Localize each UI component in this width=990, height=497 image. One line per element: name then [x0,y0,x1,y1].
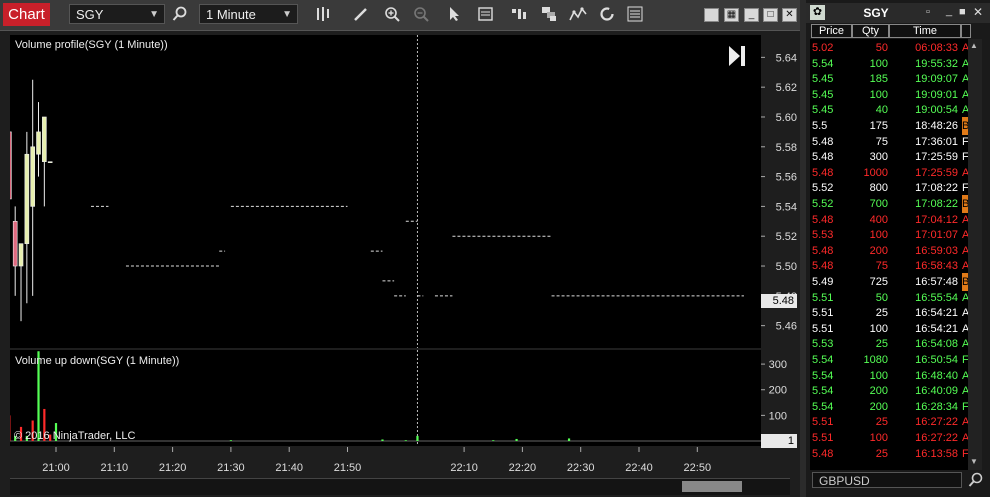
pointer-icon[interactable] [445,6,463,24]
search-icon[interactable] [968,472,986,488]
zoom-out-icon[interactable] [412,6,430,24]
candle-body [42,116,47,162]
candle-body [10,131,12,200]
price-chart[interactable] [10,35,761,348]
chevron-down-icon: ▼ [282,9,292,20]
ts-maximize-icon[interactable]: ■ [959,6,966,18]
price-tick-label: 5.56 [776,172,797,184]
time-tick-label: 22:30 [567,462,595,474]
chevron-down-icon: ▼ [149,9,159,20]
price-tick-label: 5.58 [776,142,797,154]
ts-close-icon[interactable]: ✕ [973,5,983,19]
time-tick-label: 21:40 [275,462,303,474]
ts-header-price[interactable]: Price [811,24,852,38]
ts-vertical-scrollbar[interactable]: ▲ ▼ [968,39,982,470]
candle-body [12,221,18,267]
volume-tick-label: 100 [769,410,787,422]
maximize-icon[interactable]: □ [763,8,778,22]
templates-icon[interactable] [540,6,558,24]
refresh-icon[interactable] [598,6,616,24]
candle-body [36,131,41,155]
zoom-in-icon[interactable] [383,6,401,24]
ts-pin-icon[interactable]: ▫ [926,6,930,18]
instrument-selector[interactable]: SGY ▼ [69,4,165,24]
properties-icon[interactable] [626,6,644,24]
candle-body [47,161,53,163]
time-tick-label: 22:50 [684,462,712,474]
close-icon[interactable]: ✕ [782,8,797,22]
chart-toolbar: Chart SGY ▼ 1 Minute ▼ ▦ _ □ ✕ [0,0,800,31]
bar-type-icon[interactable] [315,6,333,24]
time-and-sales-grid[interactable]: 5.02 50 06:08:33 A 5.54 100 19:55:32 A 5.45 185 19… [810,39,982,470]
volume-tick-label: 300 [769,359,787,371]
pencil-icon[interactable] [352,6,370,24]
price-tick-label: 5.54 [776,201,797,213]
ts-minimize-icon[interactable]: _ [946,5,952,17]
time-tick-label: 21:10 [101,462,129,474]
ts-header-qty[interactable]: Qty [852,24,889,38]
price-tick-label: 5.62 [776,82,797,94]
current-volume-marker: 1 [761,434,797,448]
copyright-text: © 2016 NinjaTrader, LLC [14,430,136,442]
ts-title: SGY [863,6,889,20]
time-tick-label: 21:50 [334,462,362,474]
minimize-icon[interactable]: _ [744,8,759,22]
price-panel[interactable]: Volume profile(SGY (1 Minute)) [10,35,761,348]
volume-axis[interactable]: 300 200 100 1 [761,350,800,448]
link-icon[interactable]: ✿ [810,5,825,20]
price-tick-label: 5.50 [776,261,797,273]
candle-body [18,243,24,267]
time-tick-label: 21:00 [42,462,70,474]
data-box-icon[interactable] [477,6,495,24]
time-tick-label: 22:40 [625,462,653,474]
time-tick-label: 21:30 [217,462,245,474]
ts-header-time[interactable]: Time [889,24,961,38]
volume-panel[interactable]: Volume up down(SGY (1 Minute)) © 2016 Ni… [10,350,761,446]
search-icon[interactable] [171,6,189,24]
volume-panel-title: Volume up down(SGY (1 Minute)) [15,355,180,367]
current-price-marker: 5.48 [761,294,797,308]
instrument-value: SGY [76,7,104,22]
price-axis[interactable]: 5.64 5.62 5.60 5.58 5.56 5.54 5.52 5.50 5.48 5.46… [761,35,800,348]
scroll-to-end-icon[interactable] [728,45,746,67]
ts-time-cell: 16:13:58 [915,447,958,460]
interval-value: 1 Minute [206,7,256,22]
scrollbar-thumb[interactable] [682,481,742,492]
time-tick-label: 22:20 [509,462,537,474]
price-panel-title: Volume profile(SGY (1 Minute)) [15,39,168,51]
time-axis[interactable]: 21:00 21:10 21:20 21:30 21:40 21:50 22:10 22:20… [10,447,761,477]
price-tick-label: 5.60 [776,112,797,124]
candle-body [30,146,35,207]
ts-qty-cell: 25 [875,447,888,460]
horizontal-scrollbar[interactable] [10,478,790,495]
window-shadow-button[interactable] [704,8,719,22]
interval-selector[interactable]: 1 Minute ▼ [199,4,298,24]
ts-price-cell: 5.48 [812,447,834,460]
price-tick-label: 5.64 [776,52,797,64]
chart-tab[interactable]: Chart [3,3,50,26]
scroll-down-icon[interactable]: ▼ [970,457,979,466]
candle-body [24,153,30,244]
price-tick-label: 5.46 [776,321,797,333]
ts-row[interactable]: 5.48 25 16:13:58 F [810,445,970,463]
strategy-icon[interactable] [510,6,528,24]
background-instrument-selector[interactable]: GBPUSD [812,472,962,488]
time-tick-label: 22:10 [450,462,478,474]
indicators-icon[interactable] [569,6,587,24]
volume-tick-label: 200 [769,385,787,397]
time-and-sales-titlebar: ✿ SGY ▫ _ ■ ✕ [806,3,990,23]
window-link-button[interactable]: ▦ [724,8,739,22]
time-tick-label: 21:20 [159,462,187,474]
price-tick-label: 5.52 [776,231,797,243]
scroll-up-icon[interactable]: ▲ [970,41,979,50]
ts-header-extra [961,24,971,38]
